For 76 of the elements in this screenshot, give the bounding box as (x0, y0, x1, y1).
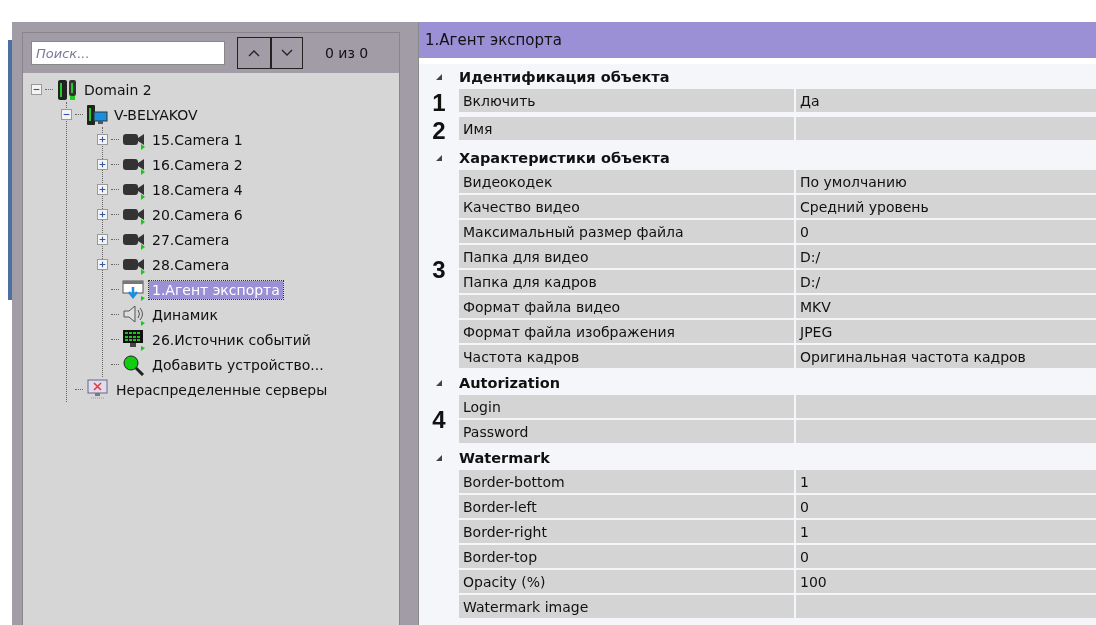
collapse-icon[interactable] (435, 378, 443, 387)
property-value[interactable]: MKV (796, 295, 1096, 318)
tree-item[interactable]: 18.Camera 4 (149, 180, 246, 199)
collapse-icon[interactable] (31, 84, 42, 95)
property-name: Включить (459, 89, 794, 112)
group-title: Характеристики объекта (459, 149, 670, 166)
search-icon (122, 353, 146, 376)
property-name: Максимальный размер файла (459, 220, 794, 243)
callout-number: 1 (432, 89, 446, 117)
property-value[interactable]: 0 (796, 495, 1096, 518)
property-value[interactable]: Оригинальная частота кадров (796, 345, 1096, 368)
tree-item[interactable]: Добавить устройство... (149, 355, 327, 374)
property-name: Формат файла изображения (459, 320, 794, 343)
tree-item[interactable]: Динамик (149, 305, 221, 324)
group-title: Идентификация объекта (459, 68, 670, 85)
tree-item[interactable]: 28.Camera (149, 255, 233, 274)
expand-icon[interactable] (97, 134, 108, 145)
expand-icon[interactable] (97, 184, 108, 195)
tree-item[interactable]: 16.Camera 2 (149, 155, 246, 174)
property-value[interactable]: По умолчанию (796, 170, 1096, 193)
panel-title: 1.Агент экспорта (419, 22, 1096, 64)
search-field[interactable]: Поиск... (31, 41, 225, 65)
property-name: Watermark image (459, 595, 794, 618)
collapse-icon[interactable] (61, 109, 72, 120)
property-name: Password (459, 420, 794, 443)
property-name: Login (459, 395, 794, 418)
property-name: Частота кадров (459, 345, 794, 368)
property-name: Border-left (459, 495, 794, 518)
event-board-icon (122, 328, 146, 351)
tree-item[interactable]: 26.Источник событий (149, 330, 314, 349)
match-count: 0 из 0 (325, 45, 369, 61)
collapse-icon[interactable] (435, 153, 443, 162)
expand-icon[interactable] (97, 159, 108, 170)
property-name: Border-right (459, 520, 794, 543)
tree-item[interactable]: Нераспределенные серверы (113, 380, 331, 399)
property-value[interactable]: Средний уровень (796, 195, 1096, 218)
tree-item[interactable]: Domain 2 (81, 80, 155, 99)
property-name: Border-top (459, 545, 794, 568)
monitor-cross-icon (86, 378, 110, 401)
chevron-down-icon (281, 49, 293, 57)
chevron-up-icon (248, 49, 260, 57)
property-name: Качество видео (459, 195, 794, 218)
property-name: Формат файла видео (459, 295, 794, 318)
property-value[interactable]: 0 (796, 545, 1096, 568)
property-value[interactable]: 0 (796, 220, 1096, 243)
tree-item[interactable]: V-BELYAKOV (111, 105, 201, 124)
property-name: Папка для кадров (459, 270, 794, 293)
property-value[interactable]: D:/ (796, 245, 1096, 268)
property-name: Border-bottom (459, 470, 794, 493)
group-title: Watermark (459, 449, 550, 466)
expand-icon[interactable] (97, 259, 108, 270)
speaker-icon (122, 303, 146, 326)
film-download-icon (122, 278, 146, 301)
property-value[interactable]: Да (796, 89, 1096, 112)
tree-item[interactable]: 27.Camera (149, 230, 233, 249)
expand-icon[interactable] (97, 234, 108, 245)
callout-number: 3 (432, 256, 446, 284)
tree-item[interactable]: 20.Camera 6 (149, 205, 246, 224)
expand-icon[interactable] (97, 209, 108, 220)
property-name: Папка для видео (459, 245, 794, 268)
property-name: Имя (459, 117, 794, 140)
collapse-icon[interactable] (435, 72, 443, 81)
server-monitor-icon (86, 103, 108, 126)
callout-number: 4 (432, 406, 446, 434)
property-value[interactable]: 100 (796, 570, 1096, 593)
group-title: Autorization (459, 374, 560, 391)
property-value[interactable]: D:/ (796, 270, 1096, 293)
collapse-icon[interactable] (435, 453, 443, 462)
server-rack-icon (56, 78, 78, 101)
property-value[interactable]: JPEG (796, 320, 1096, 343)
callout-number: 2 (432, 117, 446, 145)
property-name: Видеокодек (459, 170, 794, 193)
property-value[interactable]: 1 (796, 520, 1096, 543)
property-name: Opacity (%) (459, 570, 794, 593)
tree-item[interactable]: 15.Camera 1 (149, 130, 246, 149)
property-value[interactable]: 1 (796, 470, 1096, 493)
